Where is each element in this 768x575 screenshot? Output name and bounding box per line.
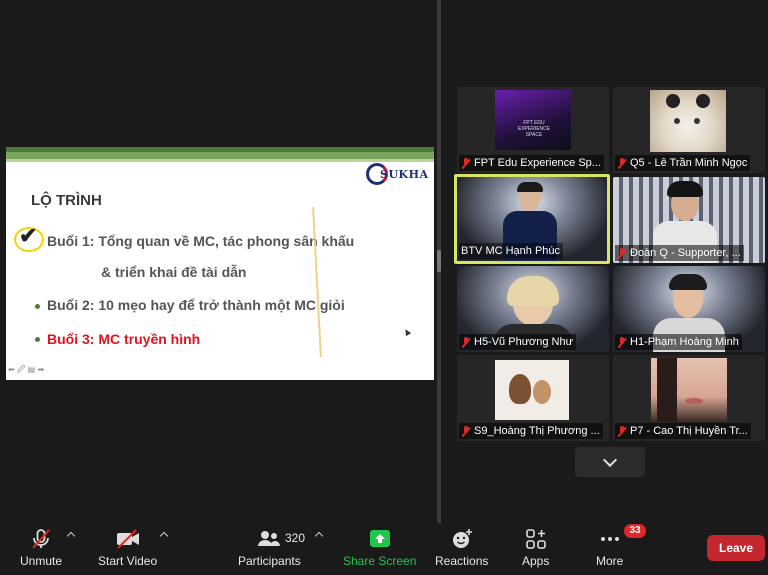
apps-button[interactable]: Apps <box>522 527 549 568</box>
active-speaker-tile[interactable]: BTV MC Hạnh Phúc <box>454 174 610 264</box>
slide-nav-tools[interactable]: ⬅ 🖉 ▤ ➡ <box>8 364 44 378</box>
share-screen-button[interactable]: Share Screen <box>343 527 416 568</box>
video-off-icon <box>115 527 141 551</box>
share-screen-icon <box>368 527 392 551</box>
muted-mic-icon <box>617 336 627 348</box>
participant-thumbnail <box>495 360 569 420</box>
muted-mic-icon <box>617 425 627 437</box>
checkmark-icon: ✔ <box>19 223 38 248</box>
more-notification-badge: 33 <box>624 524 646 538</box>
audio-options-caret[interactable] <box>66 531 76 541</box>
more-button[interactable]: More <box>596 527 623 568</box>
chevron-down-icon <box>602 452 618 468</box>
slide-item-1: Buổi 1: Tổng quan về MC, tác phong sân k… <box>47 233 355 249</box>
slide-header-band-2 <box>6 152 434 159</box>
participant-tile[interactable]: H1-Phạm Hoàng Minh <box>613 266 765 352</box>
participant-tile[interactable]: Q5 - Lê Trần Minh Ngọc <box>613 87 765 173</box>
muted-mic-icon <box>461 336 471 348</box>
muted-mic-icon <box>617 247 627 259</box>
leave-button[interactable]: Leave <box>707 535 765 561</box>
participant-name-bar: H5-Vũ Phương Như <box>459 334 576 350</box>
more-dots-icon <box>598 527 622 551</box>
participant-gallery: FPT EDU EXPERIENCE SPACE FPT Edu Experie… <box>441 0 768 523</box>
muted-mic-icon <box>461 157 471 169</box>
slide-item-3: Buổi 3: MC truyền hình <box>47 331 201 347</box>
mouse-cursor-icon <box>402 327 412 337</box>
participant-name-bar: P7 - Cao Thị Huyền Tr... <box>615 423 751 439</box>
participants-count: 320 <box>285 531 306 545</box>
reactions-icon <box>450 527 474 551</box>
participants-options-caret[interactable] <box>314 531 324 541</box>
participant-name-bar: H1-Phạm Hoàng Minh <box>615 334 742 350</box>
unmute-button[interactable]: Unmute <box>20 527 62 568</box>
slide-title: LỘ TRÌNH <box>31 192 102 209</box>
sukha-logo: SUKHA <box>366 163 428 185</box>
participant-tile[interactable]: FPT EDU EXPERIENCE SPACE FPT Edu Experie… <box>457 87 609 173</box>
video-options-caret[interactable] <box>159 531 169 541</box>
muted-mic-icon <box>461 425 471 437</box>
start-video-button[interactable]: Start Video <box>98 527 157 568</box>
slide-item-1-cont: & triển khai đề tài dẫn <box>101 264 247 280</box>
shared-screen-area: SUKHA LỘ TRÌNH ✔ Buổi 1: Tổng quan về MC… <box>0 0 437 523</box>
bullet-icon <box>35 304 40 309</box>
participant-thumbnail: FPT EDU EXPERIENCE SPACE <box>495 90 571 150</box>
apps-icon <box>524 527 548 551</box>
participant-tile[interactable]: P7 - Cao Thị Huyền Tr... <box>613 355 765 441</box>
annotation-stroke <box>312 207 322 357</box>
muted-mic-icon <box>29 527 53 551</box>
meeting-toolbar: Unmute Start Video Participants 320 Shar… <box>0 523 768 575</box>
reactions-button[interactable]: Reactions <box>435 527 488 568</box>
participant-tile[interactable]: H5-Vũ Phương Như <box>457 266 609 352</box>
slide-header-band-3 <box>6 159 434 162</box>
participant-name-bar: FPT Edu Experience Sp... <box>459 155 604 171</box>
participant-tile[interactable]: Đoàn Q - Supporter, ... <box>613 177 765 263</box>
presentation-slide: SUKHA LỘ TRÌNH ✔ Buổi 1: Tổng quan về MC… <box>6 147 434 380</box>
participant-thumbnail <box>651 358 727 422</box>
bullet-icon <box>35 337 40 342</box>
participant-tile[interactable]: S9_Hoàng Thị Phương ... <box>457 355 609 441</box>
participant-name-bar: Q5 - Lê Trần Minh Ngọc <box>615 155 751 171</box>
slide-item-2: Buổi 2: 10 mẹo hay để trở thành một MC g… <box>47 297 345 313</box>
participants-icon <box>256 527 282 551</box>
participant-name-bar: S9_Hoàng Thị Phương ... <box>459 423 603 439</box>
muted-mic-icon <box>617 157 627 169</box>
participant-name-bar: BTV MC Hạnh Phúc <box>459 243 564 259</box>
gallery-next-page-button[interactable] <box>575 447 645 477</box>
participant-name-bar: Đoàn Q - Supporter, ... <box>615 245 744 261</box>
participant-thumbnail <box>650 90 726 152</box>
